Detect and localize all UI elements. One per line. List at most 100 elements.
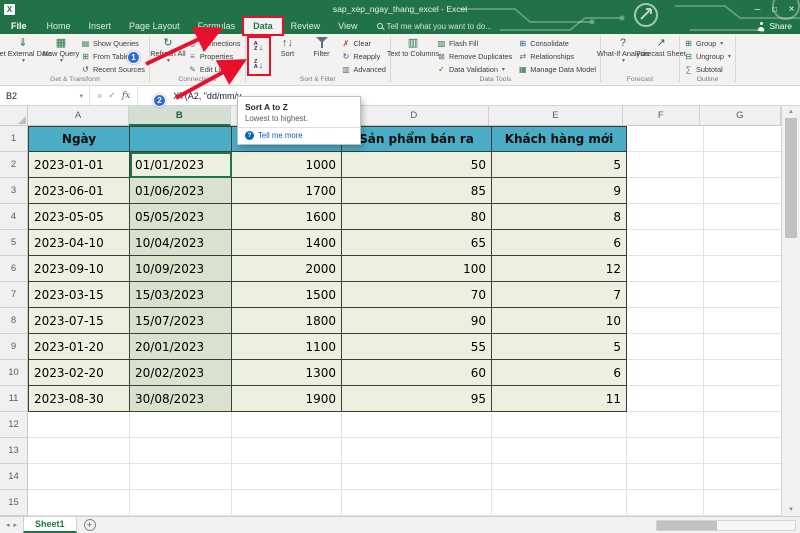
cell-G2[interactable]	[704, 152, 786, 178]
cell-F15[interactable]	[627, 490, 704, 516]
cell-B2[interactable]: 01/01/2023	[130, 152, 232, 178]
cell-B6[interactable]: 10/09/2023	[130, 256, 232, 282]
sheet-next-icon[interactable]: ▸	[14, 521, 18, 529]
cell-C15[interactable]	[232, 490, 342, 516]
cell-E3[interactable]: 9	[492, 178, 627, 204]
filter-button[interactable]: Filter	[305, 35, 339, 75]
cell-F11[interactable]	[627, 386, 704, 412]
cell-C5[interactable]: 1400	[232, 230, 342, 256]
horizontal-scrollbar-thumb[interactable]	[657, 521, 717, 530]
cell-G1[interactable]	[704, 126, 786, 152]
tab-insert[interactable]: Insert	[80, 18, 121, 34]
cell-E14[interactable]	[492, 464, 627, 490]
cell-G8[interactable]	[704, 308, 786, 334]
row-header-1[interactable]: 1	[0, 126, 28, 152]
cell-A9[interactable]: 2023-01-20	[28, 334, 130, 360]
share-button[interactable]: Share	[757, 18, 800, 34]
name-box-dropdown-icon[interactable]: ▾	[79, 92, 83, 100]
cell-E12[interactable]	[492, 412, 627, 438]
cell-E11[interactable]: 11	[492, 386, 627, 412]
cell-E6[interactable]: 12	[492, 256, 627, 282]
cell-B9[interactable]: 20/01/2023	[130, 334, 232, 360]
cell-D10[interactable]: 60	[342, 360, 492, 386]
scroll-up-icon[interactable]: ▲	[782, 106, 800, 118]
subtotal-button[interactable]: ∑ Subtotal	[681, 63, 734, 76]
text-to-columns-button[interactable]: ▥ Text to Columns	[387, 35, 439, 75]
cell-E5[interactable]: 6	[492, 230, 627, 256]
cell-E15[interactable]	[492, 490, 627, 516]
clear-filter-button[interactable]: ✗ Clear	[339, 37, 389, 50]
sheet-tab-sheet1[interactable]: Sheet1	[23, 517, 77, 533]
cell-A1[interactable]: Ngày	[28, 126, 130, 152]
new-query-button[interactable]: ▦ New Query ▾	[43, 35, 80, 75]
vertical-scrollbar-thumb[interactable]	[785, 118, 797, 238]
cell-F3[interactable]	[627, 178, 704, 204]
cell-C7[interactable]: 1500	[232, 282, 342, 308]
data-validation-button[interactable]: ✓ Data Validation ▾	[434, 63, 515, 76]
close-button[interactable]: ×	[783, 0, 800, 18]
cell-B13[interactable]	[130, 438, 232, 464]
tab-data[interactable]: Data	[242, 16, 284, 36]
tab-file[interactable]: File	[0, 18, 38, 34]
cell-F9[interactable]	[627, 334, 704, 360]
cell-A6[interactable]: 2023-09-10	[28, 256, 130, 282]
cell-G7[interactable]	[704, 282, 786, 308]
cell-B5[interactable]: 10/04/2023	[130, 230, 232, 256]
row-header-13[interactable]: 13	[0, 438, 28, 464]
row-header-9[interactable]: 9	[0, 334, 28, 360]
cell-A3[interactable]: 2023-06-01	[28, 178, 130, 204]
edit-links-button[interactable]: ✎ Edit Links	[185, 63, 244, 76]
sheet-nav-arrows[interactable]: ◂ ▸	[0, 517, 23, 533]
properties-button[interactable]: ≡ Properties	[185, 50, 244, 63]
cell-D13[interactable]	[342, 438, 492, 464]
cell-G12[interactable]	[704, 412, 786, 438]
cell-D4[interactable]: 80	[342, 204, 492, 230]
cell-E2[interactable]: 5	[492, 152, 627, 178]
row-header-15[interactable]: 15	[0, 490, 28, 516]
column-header-D[interactable]: D	[339, 106, 489, 126]
row-header-6[interactable]: 6	[0, 256, 28, 282]
row-header-11[interactable]: 11	[0, 386, 28, 412]
column-header-F[interactable]: F	[623, 106, 700, 126]
manage-data-model-button[interactable]: ▦ Manage Data Model	[515, 63, 599, 76]
tab-page-layout[interactable]: Page Layout	[120, 18, 189, 34]
cell-D12[interactable]	[342, 412, 492, 438]
cell-E13[interactable]	[492, 438, 627, 464]
cell-A11[interactable]: 2023-08-30	[28, 386, 130, 412]
tab-review[interactable]: Review	[282, 18, 330, 34]
cell-A4[interactable]: 2023-05-05	[28, 204, 130, 230]
cell-F8[interactable]	[627, 308, 704, 334]
cell-A5[interactable]: 2023-04-10	[28, 230, 130, 256]
cell-C10[interactable]: 1300	[232, 360, 342, 386]
cell-F13[interactable]	[627, 438, 704, 464]
cell-A14[interactable]	[28, 464, 130, 490]
scroll-down-icon[interactable]: ▼	[782, 504, 800, 516]
cell-E9[interactable]: 5	[492, 334, 627, 360]
cell-C4[interactable]: 1600	[232, 204, 342, 230]
tab-home[interactable]: Home	[38, 18, 80, 34]
connections-button[interactable]: ◎ Connections	[185, 37, 244, 50]
row-header-10[interactable]: 10	[0, 360, 28, 386]
cell-A15[interactable]	[28, 490, 130, 516]
cell-A7[interactable]: 2023-03-15	[28, 282, 130, 308]
sort-descending-button[interactable]: Z A ↓	[249, 57, 268, 73]
cell-C12[interactable]	[232, 412, 342, 438]
relationships-button[interactable]: ⇄ Relationships	[515, 50, 599, 63]
cell-G14[interactable]	[704, 464, 786, 490]
cell-D15[interactable]	[342, 490, 492, 516]
cell-A10[interactable]: 2023-02-20	[28, 360, 130, 386]
cell-D9[interactable]: 55	[342, 334, 492, 360]
cell-C6[interactable]: 2000	[232, 256, 342, 282]
cell-D6[interactable]: 100	[342, 256, 492, 282]
cell-G5[interactable]	[704, 230, 786, 256]
cancel-formula-icon[interactable]: ×	[97, 91, 102, 101]
cell-C3[interactable]: 1700	[232, 178, 342, 204]
row-header-4[interactable]: 4	[0, 204, 28, 230]
cell-B14[interactable]	[130, 464, 232, 490]
recent-sources-button[interactable]: ↺ Recent Sources	[78, 63, 148, 76]
cell-D1[interactable]: Sản phẩm bán ra	[342, 126, 492, 152]
tell-me-more-link[interactable]: ? Tell me more	[245, 131, 353, 140]
cell-B8[interactable]: 15/07/2023	[130, 308, 232, 334]
row-header-7[interactable]: 7	[0, 282, 28, 308]
refresh-all-button[interactable]: ↻ Refresh All ▾	[150, 35, 185, 75]
